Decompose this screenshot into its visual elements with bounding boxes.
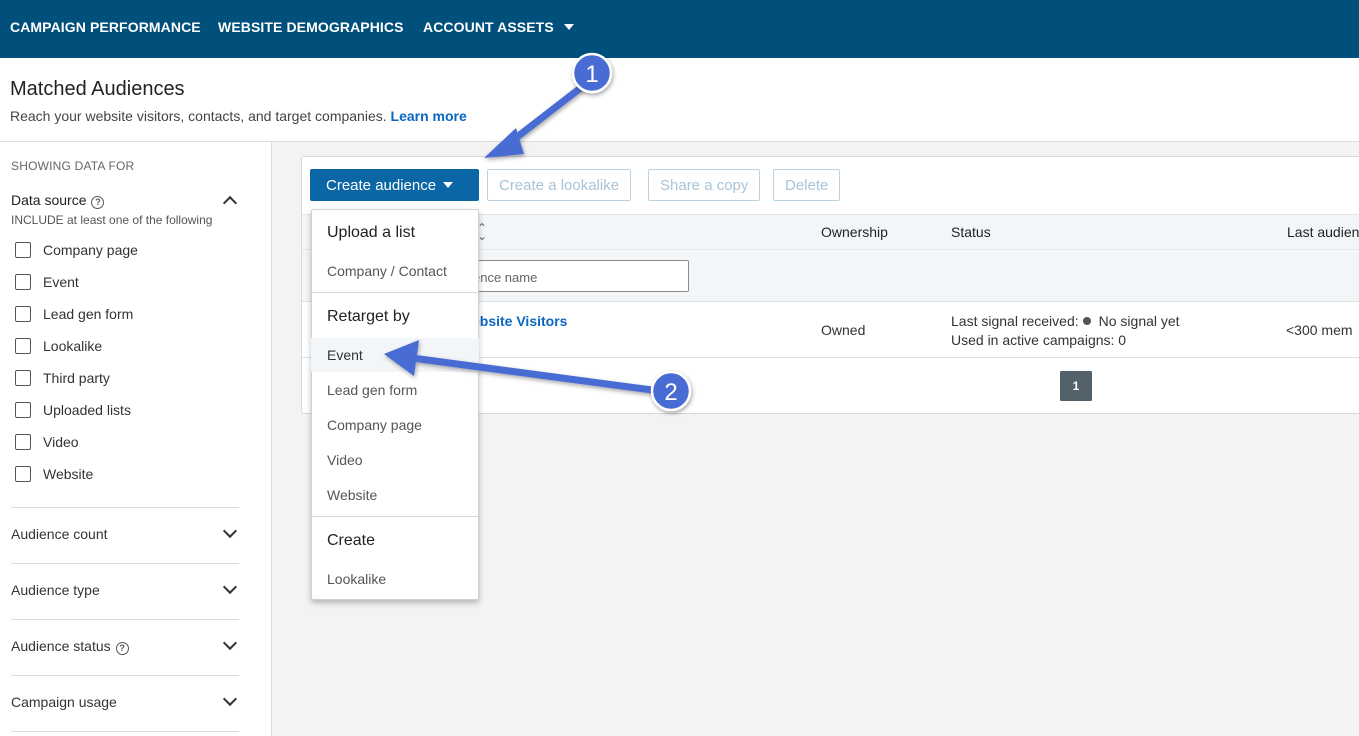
filter-audience-count[interactable]: Audience count [11,526,108,542]
create-audience-button[interactable]: Create audience [310,169,479,201]
nav-campaign-performance[interactable]: CAMPAIGN PERFORMANCE [10,19,201,35]
nav-account-assets[interactable]: ACCOUNT ASSETS [423,19,574,35]
checkbox[interactable] [15,274,31,290]
pagination-page-1[interactable]: 1 [1060,371,1092,401]
page-subtitle: Reach your website visitors, contacts, a… [10,108,467,124]
filter-campaign-usage[interactable]: Campaign usage [11,694,117,710]
page-title: Matched Audiences [10,78,185,100]
chevron-down-icon[interactable] [222,691,238,707]
menu-item-company-contact[interactable]: Company / Contact [311,254,479,288]
chevron-down-icon[interactable] [222,523,238,539]
annotation-badge-1-text: 1 [585,61,598,88]
checkbox[interactable] [15,434,31,450]
last-signal-label: Last signal received: [951,313,1079,329]
checkbox-label: Uploaded lists [43,402,131,418]
last-audience-cell: <300 mem [1286,322,1353,338]
chevron-down-icon[interactable] [222,635,238,651]
menu-heading-create: Create [327,532,376,549]
filter-audience-status-label: Audience status [11,638,111,654]
last-signal-cell: Last signal received: No signal yet [951,313,1180,329]
checkbox-label: Video [43,434,79,450]
checkbox-lead-gen-form[interactable]: Lead gen form [15,306,133,326]
filter-audience-type[interactable]: Audience type [11,582,100,598]
menu-item-lead-gen-form[interactable]: Lead gen form [311,373,479,407]
last-signal-value: No signal yet [1098,313,1180,329]
caret-down-icon [563,24,574,30]
menu-item-lookalike[interactable]: Lookalike [311,562,479,596]
filter-sidebar: SHOWING DATA FOR Data source? INCLUDE at… [0,142,272,736]
learn-more-link[interactable]: Learn more [391,108,467,124]
checkbox[interactable] [15,402,31,418]
checkbox-website[interactable]: Website [15,466,93,486]
divider [11,563,239,564]
audience-name-link[interactable]: ebsite Visitors [472,313,567,329]
checkbox-label: Website [43,466,94,482]
data-source-title: Data source [11,192,87,208]
help-icon[interactable]: ? [91,196,105,209]
checkbox-label: Third party [43,370,110,386]
checkbox-label: Company page [43,242,138,258]
delete-button[interactable]: Delete [773,169,841,201]
checkbox-event[interactable]: Event [15,274,79,294]
chevron-up-icon[interactable] [222,195,238,211]
page-subtitle-text: Reach your website visitors, contacts, a… [10,108,387,124]
checkbox-lookalike[interactable]: Lookalike [15,338,102,358]
nav-account-assets-label: ACCOUNT ASSETS [423,19,554,35]
divider [11,507,239,508]
checkbox-label: Event [43,274,79,290]
menu-item-website[interactable]: Website [311,478,479,512]
annotation-badge-1: 1 [571,52,613,94]
menu-item-video[interactable]: Video [311,443,479,477]
column-header-last-audience[interactable]: Last audien [1287,224,1359,240]
checkbox-uploaded-lists[interactable]: Uploaded lists [15,402,131,422]
checkbox-label: Lookalike [43,338,103,354]
menu-heading-upload: Upload a list [327,224,416,241]
filter-audience-status[interactable]: Audience status? [11,638,129,655]
checkbox-company-page[interactable]: Company page [15,242,138,262]
divider [11,731,239,732]
checkbox[interactable] [15,306,31,322]
menu-item-event[interactable]: Event [311,338,479,372]
menu-item-company-page[interactable]: Company page [311,408,479,442]
column-header-status[interactable]: Status [951,224,991,240]
checkbox[interactable] [15,370,31,386]
checkbox[interactable] [15,466,31,482]
nav-website-demographics[interactable]: WEBSITE DEMOGRAPHICS [218,19,404,35]
menu-divider [311,292,479,293]
showing-data-label: SHOWING DATA FOR [11,159,135,173]
data-source-heading: Data source? [11,192,105,209]
divider [11,675,239,676]
used-in-campaigns-cell: Used in active campaigns: 0 [951,332,1127,348]
create-lookalike-button[interactable]: Create a lookalike [487,169,632,201]
checkbox[interactable] [15,242,31,258]
ownership-cell: Owned [821,322,866,338]
create-audience-label: Create audience [326,177,437,194]
help-icon[interactable]: ? [115,642,129,655]
caret-down-icon [443,182,454,188]
checkbox[interactable] [15,338,31,354]
divider [11,619,239,620]
status-dot-icon [1082,317,1091,325]
include-hint: INCLUDE at least one of the following [11,213,213,227]
chevron-down-icon[interactable] [222,579,238,595]
column-header-ownership[interactable]: Ownership [821,224,888,240]
checkbox-video[interactable]: Video [15,434,79,454]
audience-name-filter-input[interactable]: ence name [460,260,689,292]
top-nav: CAMPAIGN PERFORMANCE WEBSITE DEMOGRAPHIC… [0,0,1359,58]
menu-divider [311,516,479,517]
menu-heading-retarget: Retarget by [327,308,410,325]
share-copy-button[interactable]: Share a copy [648,169,761,201]
checkbox-label: Lead gen form [43,306,134,322]
checkbox-third-party[interactable]: Third party [15,370,110,390]
